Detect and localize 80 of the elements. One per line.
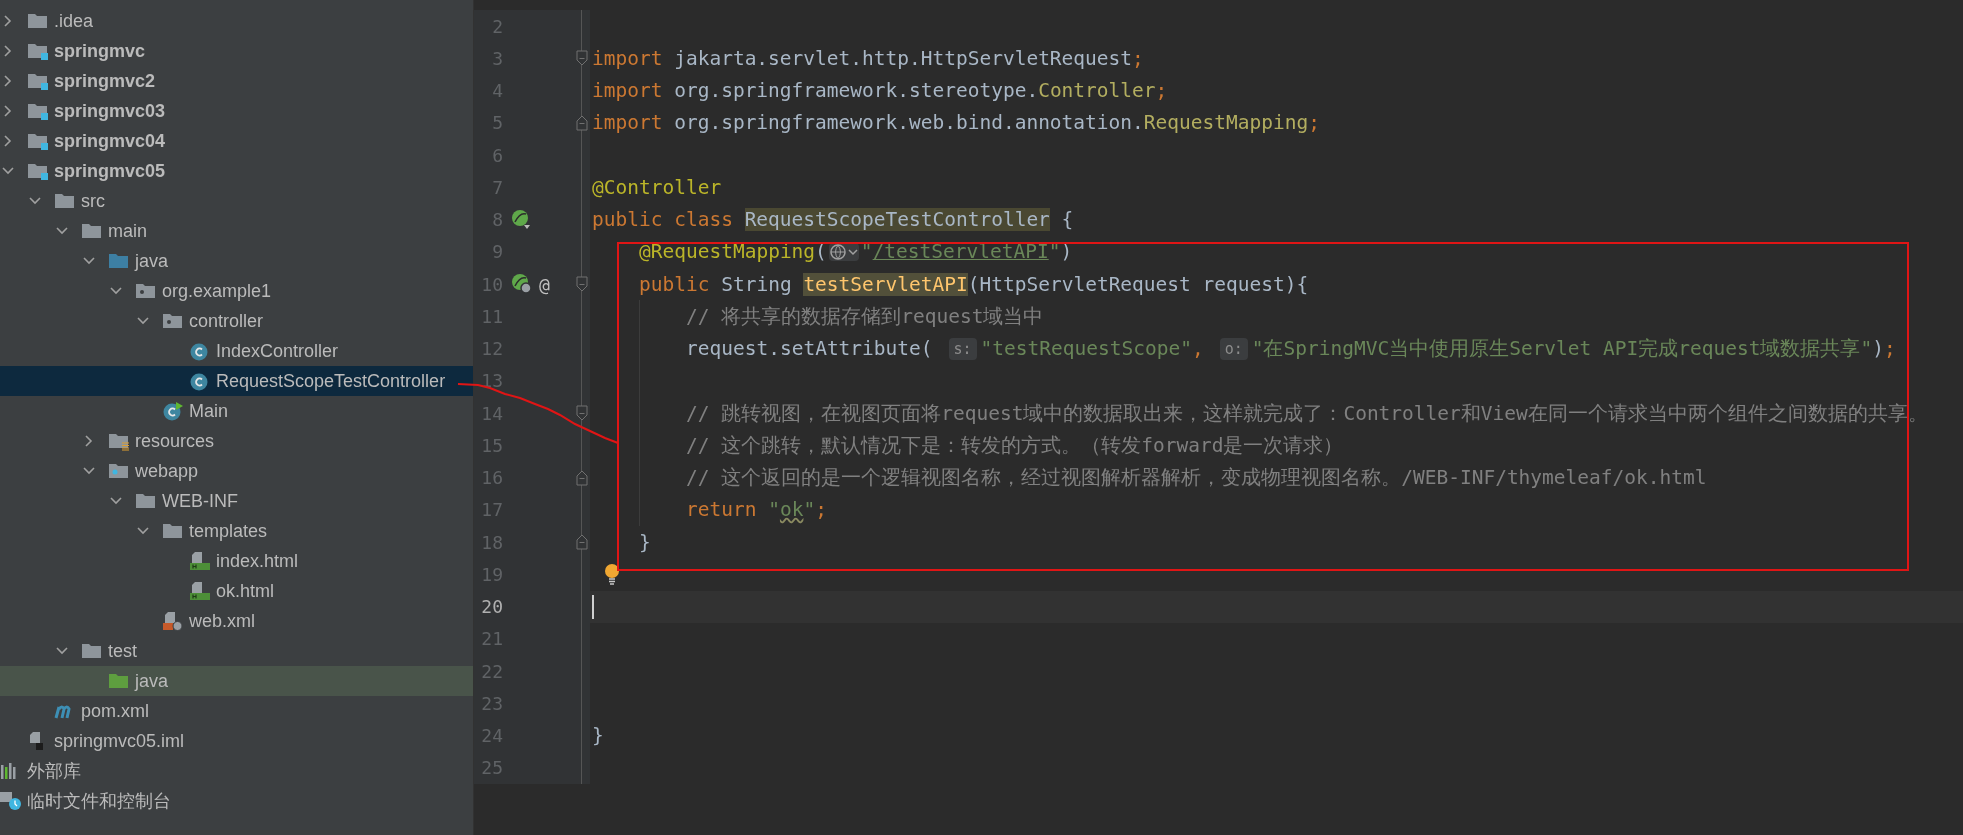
- code-text: }: [592, 724, 604, 748]
- tree-item[interactable]: springmvc03: [0, 96, 473, 126]
- tree-item[interactable]: controller: [0, 306, 473, 336]
- fold-marker-icon[interactable]: [575, 114, 588, 131]
- code-text: public String testServletAPI(HttpServletRequest request){: [639, 272, 1309, 296]
- fold-marker-icon[interactable]: [575, 276, 588, 293]
- fold-marker-icon[interactable]: [575, 534, 588, 551]
- folder-icon: [108, 461, 130, 481]
- tree-item[interactable]: springmvc05.iml: [0, 726, 473, 756]
- code-text: request.setAttribute(: [686, 337, 933, 361]
- file-icon: [162, 611, 184, 631]
- folder-icon: [108, 671, 130, 691]
- code-text: // 将共享的数据存储到request域当中: [686, 303, 1044, 330]
- tree-item[interactable]: IndexController: [0, 336, 473, 366]
- code-text: // 这个跳转，默认情况下是：转发的方式。（转发forward是一次请求）: [686, 432, 1344, 459]
- folder-icon: [27, 161, 49, 181]
- folder-icon: [27, 11, 49, 31]
- fold-marker-icon[interactable]: [575, 469, 588, 486]
- tree-item[interactable]: RequestScopeTestController: [0, 366, 473, 396]
- spring-bean-icon[interactable]: [511, 208, 533, 231]
- tree-item[interactable]: java: [0, 246, 473, 276]
- lightbulb-icon[interactable]: [604, 563, 620, 586]
- class-icon: [162, 401, 184, 421]
- tree-item[interactable]: Main: [0, 396, 473, 426]
- gutter-mark[interactable]: @: [539, 273, 550, 295]
- tree-item[interactable]: springmvc05: [0, 156, 473, 186]
- folder-icon: [162, 311, 184, 331]
- tree-item[interactable]: springmvc: [0, 36, 473, 66]
- folder-icon: [81, 641, 103, 661]
- tree-item[interactable]: ok.html: [0, 576, 473, 606]
- code-text: import org.springframework.web.bind.annotation.RequestMapping;: [592, 111, 1320, 135]
- spring-bean-icon[interactable]: [511, 273, 533, 296]
- folder-icon: [162, 521, 184, 541]
- line-number: 20: [480, 596, 503, 618]
- tree-item[interactable]: springmvc2: [0, 66, 473, 96]
- folder-icon: [54, 191, 76, 211]
- code-text: // 这个返回的是一个逻辑视图名称，经过视图解析器解析，变成物理视图名称。/WEB-INF/thymeleaf/ok.html: [686, 465, 1707, 492]
- tree-item[interactable]: webapp: [0, 456, 473, 486]
- tree-item[interactable]: resources: [0, 426, 473, 456]
- folder-icon: [108, 431, 130, 451]
- folder-icon: [108, 251, 130, 271]
- code-text: public class RequestScopeTestController {: [592, 208, 1074, 232]
- fold-marker-icon[interactable]: [575, 50, 588, 67]
- tree-item[interactable]: main: [0, 216, 473, 246]
- code-text: import jakarta.servlet.http.HttpServletRequest;: [592, 46, 1144, 70]
- folder-icon: [135, 281, 157, 301]
- tree-item[interactable]: org.example1: [0, 276, 473, 306]
- console-clock-icon: [0, 791, 22, 811]
- tree-item[interactable]: java: [0, 666, 473, 696]
- folder-icon: [135, 491, 157, 511]
- folder-icon: [81, 221, 103, 241]
- code-text: "testRequestScope",: [980, 337, 1204, 361]
- tree-item[interactable]: WEB-INF: [0, 486, 473, 516]
- tree-item[interactable]: 临时文件和控制台: [0, 786, 473, 816]
- tree-item[interactable]: 外部库: [0, 756, 473, 786]
- code-text: @RequestMapping(: [639, 240, 827, 264]
- tree-item[interactable]: index.html: [0, 546, 473, 576]
- tree-item[interactable]: src: [0, 186, 473, 216]
- tree-item[interactable]: templates: [0, 516, 473, 546]
- file-icon: [189, 581, 211, 601]
- code-text: "在SpringMVC当中使用原生Servlet API完成request域数据共享");: [1251, 336, 1896, 363]
- tree-item[interactable]: web.xml: [0, 606, 473, 636]
- fold-marker-icon[interactable]: [575, 405, 588, 422]
- tree-item[interactable]: pom.xml: [0, 696, 473, 726]
- folder-icon: [27, 131, 49, 151]
- text-cursor: [592, 594, 594, 619]
- code-text: import org.springframework.stereotype.Controller;: [592, 79, 1168, 103]
- code-text: // 跳转视图，在视图页面将request域中的数据取出来，这样就完成了：Controller和View在同一个请求当中两个组件之间数据的共享。: [686, 400, 1928, 427]
- tree-item[interactable]: .idea: [0, 6, 473, 36]
- parameter-hint: o:: [1219, 337, 1248, 360]
- folder-icon: [27, 41, 49, 61]
- folder-icon: [27, 71, 49, 91]
- parameter-hint: s:: [948, 337, 977, 360]
- folder-icon: [27, 101, 49, 121]
- code-text: @Controller: [592, 175, 722, 199]
- file-icon: [189, 551, 211, 571]
- tree-item[interactable]: springmvc04: [0, 126, 473, 156]
- code-text: }: [639, 530, 651, 554]
- code-text: return "ok";: [686, 498, 827, 522]
- tree-item[interactable]: test: [0, 636, 473, 666]
